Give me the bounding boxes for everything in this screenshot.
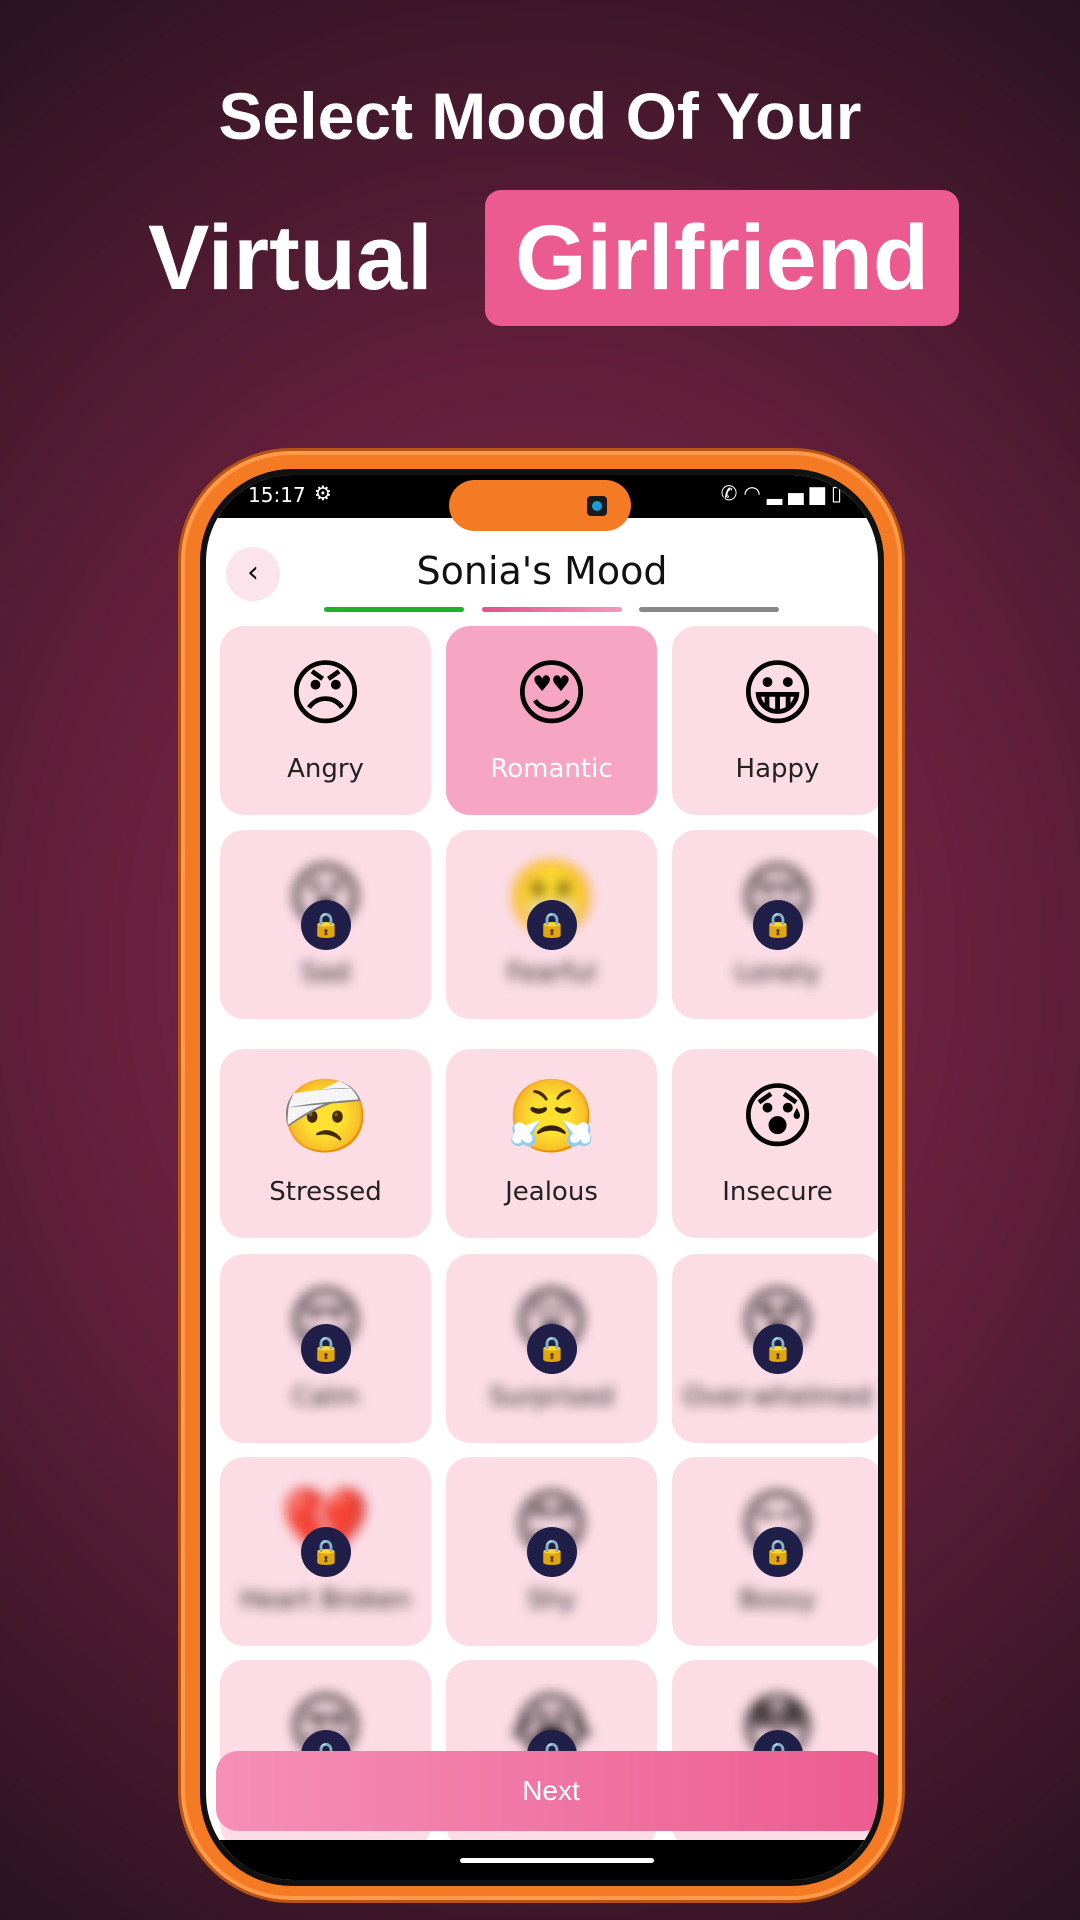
home-indicator[interactable] [460, 1858, 654, 1863]
lock-icon: 🔒 [301, 1527, 351, 1577]
progress-step-2 [482, 607, 622, 612]
mood-emoji-icon: 😀 [739, 651, 816, 735]
status-time: 15:17 [248, 483, 306, 507]
mood-label: Jealous [505, 1177, 598, 1207]
mood-emoji-icon: 😍 [513, 651, 590, 735]
status-icons: ✆◠▂▄▆▯ [721, 481, 848, 505]
mood-card[interactable]: 😌 Calm 🔒 [220, 1254, 431, 1443]
mood-emoji-icon: 😰 [739, 1074, 816, 1158]
mood-card[interactable]: 😤 Jealous [446, 1049, 657, 1238]
mood-card[interactable]: 💔 Heart Broken 🔒 [220, 1457, 431, 1646]
lock-icon: 🔒 [301, 1324, 351, 1374]
mood-label: Happy [735, 754, 820, 784]
settings-icon: ⚙ [314, 481, 332, 505]
mood-label: Insecure [722, 1177, 833, 1207]
next-button[interactable]: Next [216, 1751, 878, 1831]
mood-label: Heart Broken [239, 1585, 412, 1615]
mood-card[interactable]: 😬 Fearful 🔒 [446, 830, 657, 1019]
mood-card[interactable]: 😍 Romantic [446, 626, 657, 815]
progress-step-3 [639, 607, 779, 612]
mood-card[interactable]: 😲 Surprised 🔒 [446, 1254, 657, 1443]
nav-bar [206, 1840, 878, 1880]
mood-card[interactable]: 😮 Sad 🔒 [220, 830, 431, 1019]
mood-emoji-icon: 😠 [287, 651, 364, 735]
mood-label: Calm [292, 1382, 359, 1412]
mood-card[interactable]: 😀 Happy [672, 626, 878, 815]
mood-card[interactable]: 😵 Over-whelmed 🔒 [672, 1254, 878, 1443]
battery-charging-icon: ▯ [830, 481, 848, 505]
mood-label: Bossy [739, 1585, 816, 1615]
camera-icon [587, 496, 607, 516]
mood-label: Shy [527, 1585, 576, 1615]
mood-label: Lonely [734, 958, 821, 988]
progress-step-1 [324, 607, 464, 612]
headline-line2: Virtual [148, 207, 433, 309]
lock-icon: 🔒 [527, 1324, 577, 1374]
headline-highlight: Girlfriend [485, 190, 959, 326]
camera-notch [449, 480, 631, 531]
wifi-call-icon: ✆ [720, 481, 744, 505]
lock-icon: 🔒 [301, 900, 351, 950]
phone-screen: 15:17 ⚙ ✆◠▂▄▆▯ ‹ Sonia's Mood 😠 Angry 😍 Rom… [200, 469, 884, 1886]
mood-emoji-icon: 😤 [506, 1074, 597, 1158]
mood-label: Stressed [269, 1177, 382, 1207]
lock-icon: 🔒 [753, 900, 803, 950]
mood-label: Over-whelmed [682, 1382, 873, 1412]
mood-card[interactable]: 😰 Insecure [672, 1049, 878, 1238]
headline-line1: Select Mood Of Your [218, 79, 862, 153]
mood-card[interactable]: 😠 Angry [220, 626, 431, 815]
wifi-icon: ◠ [743, 481, 767, 505]
lock-icon: 🔒 [753, 1324, 803, 1374]
lock-icon: 🔒 [527, 900, 577, 950]
page-title: Sonia's Mood [416, 549, 668, 593]
mood-card[interactable]: 😔 Lonely 🔒 [672, 830, 878, 1019]
lock-icon: 🔒 [753, 1527, 803, 1577]
mood-label: Romantic [490, 754, 613, 784]
mood-label: Angry [287, 754, 364, 784]
lock-icon: 🔒 [527, 1527, 577, 1577]
signal-icon: ▂▄▆ [766, 481, 831, 505]
mood-card[interactable]: 😊 Shy 🔒 [446, 1457, 657, 1646]
mood-card[interactable]: 🤕 Stressed [220, 1049, 431, 1238]
mood-emoji-icon: 🤕 [280, 1074, 371, 1158]
mood-label: Surprised [489, 1382, 614, 1412]
mood-label: Sad [301, 958, 350, 988]
mood-card[interactable]: 😏 Bossy 🔒 [672, 1457, 878, 1646]
mood-label: Fearful [506, 958, 596, 988]
